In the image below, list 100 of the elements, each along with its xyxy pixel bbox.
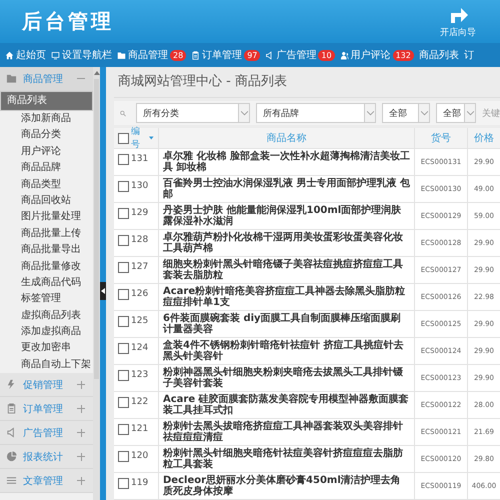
clipboard-icon xyxy=(191,50,200,60)
checkbox[interactable] xyxy=(118,154,129,165)
chevron-down-icon xyxy=(420,110,428,116)
column-header: 商品名称 xyxy=(266,132,306,145)
table-cell: 126 xyxy=(131,289,148,299)
table-cell-text: 卓尔雅葫芦粉扑化妆棉干湿两用美妆蛋彩妆蛋美容化妆工具葫芦棉 xyxy=(163,232,404,254)
sidebar-item[interactable]: 商品批量导出 xyxy=(0,242,93,259)
checkbox[interactable] xyxy=(118,262,129,273)
dropdown-select[interactable]: 所有品牌 xyxy=(256,103,376,123)
sidebar-item[interactable]: 图片批量处理 xyxy=(0,209,93,226)
caret-down-icon xyxy=(149,136,154,140)
dropdown-select[interactable]: 全部 xyxy=(382,103,430,123)
table-cell: 119 xyxy=(131,478,148,488)
table-cell: 127 xyxy=(131,262,148,272)
checkbox[interactable] xyxy=(118,451,129,462)
bolt-icon xyxy=(6,379,17,390)
expand-toggle-icon xyxy=(77,404,85,413)
lines-icon xyxy=(6,475,17,486)
table-cell: 121 xyxy=(131,424,148,434)
table-cell: 128 xyxy=(131,235,148,245)
chevron-down-icon xyxy=(366,110,374,116)
dropdown-select[interactable]: 所有分类 xyxy=(136,103,250,123)
sidebar-item[interactable]: 商品批量修改 xyxy=(0,258,93,275)
folder-icon xyxy=(6,73,17,84)
checkbox[interactable] xyxy=(118,316,129,327)
scrollbar-track[interactable] xyxy=(93,67,100,500)
app-title: 后台管理 xyxy=(22,8,114,35)
speaker-icon xyxy=(6,427,17,438)
expand-toggle-icon xyxy=(77,452,85,461)
sidebar-item[interactable]: 添加新商品 xyxy=(0,111,93,128)
sidebar-item[interactable]: 商品类型 xyxy=(0,176,93,193)
sidebar-item[interactable]: 虚拟商品列表 xyxy=(0,308,93,324)
nav-link[interactable]: 设置导航栏 xyxy=(51,48,112,62)
expand-toggle-icon xyxy=(77,428,85,437)
keyword-label: 关键 xyxy=(482,108,500,120)
users-icon xyxy=(340,50,349,60)
speaker-icon xyxy=(265,50,274,60)
table-cell-text: 粉刺针去黑头拔暗疮挤痘痘工具神器套装双头美容排针祛痘痘痘清痘 xyxy=(163,420,404,444)
checkbox[interactable] xyxy=(118,397,129,408)
checkbox[interactable] xyxy=(118,132,129,144)
checkbox[interactable] xyxy=(118,343,129,354)
collapse-handle[interactable] xyxy=(100,282,106,300)
table-cell: 百雀羚男士控油水润保湿乳液 男士专用面部护理乳液 包邮 xyxy=(163,178,410,200)
dropdown-select[interactable]: 全部 xyxy=(436,103,476,123)
nav-link[interactable]: 订 xyxy=(464,48,474,62)
checkbox[interactable] xyxy=(118,289,129,300)
expand-toggle-icon xyxy=(77,380,85,389)
chevron-down-icon xyxy=(240,110,248,116)
table-cell: 123 xyxy=(131,370,148,380)
pie-icon xyxy=(6,451,17,462)
sidebar-item[interactable]: 商品列表 xyxy=(0,91,93,111)
nav-link[interactable]: 起始页 xyxy=(5,48,46,62)
table-cell: 120 xyxy=(131,451,148,461)
checkbox[interactable] xyxy=(118,208,129,219)
table-cell: 125 xyxy=(131,316,148,326)
nav-link[interactable]: 广告管理 10 xyxy=(265,48,335,62)
count-badge: 10 xyxy=(318,50,335,60)
sidebar-item[interactable]: 商品批量上传 xyxy=(0,226,93,242)
checkbox[interactable] xyxy=(118,370,129,381)
checkbox[interactable] xyxy=(118,424,129,435)
monitor-icon xyxy=(51,50,60,60)
nav-link[interactable]: 商品管理 28 xyxy=(117,48,186,62)
clipboard-icon xyxy=(6,403,17,414)
table-cell-text: 6件装面膜碗套装 diy面膜工具自制面膜棒压缩面膜刷计量器美容 xyxy=(163,312,402,336)
column-header: 价格 xyxy=(474,132,494,145)
table-cell: Acare 硅胶面膜套防蒸发美容院专用模型神器敷面膜套装工具挂耳式扣 xyxy=(163,394,410,416)
sidebar-item[interactable]: 商品分类 xyxy=(0,127,93,144)
table-cell-text: 盒装4件不锈钢粉刺针暗疮针祛痘针 挤痘工具挑痘针去黑头针美容针 xyxy=(163,340,404,362)
sidebar-item[interactable]: 生成商品代码 xyxy=(0,274,93,292)
checkbox[interactable] xyxy=(118,181,129,192)
sidebar-item[interactable]: 商品回收站 xyxy=(0,192,93,210)
table-cell-text: 粉刺神器黑头针细胞夹粉刺夹暗疮去拔黑头工具排针镊子美容针套装 xyxy=(163,366,404,390)
table-cell: 122 xyxy=(131,397,148,407)
table-cell: 130 xyxy=(131,181,148,191)
chevron-down-icon xyxy=(466,110,474,116)
nav-link[interactable]: 商品列表 xyxy=(418,48,459,62)
scroll-up-icon[interactable] xyxy=(94,71,100,75)
sidebar-item[interactable]: 商品自动上下架 xyxy=(0,356,93,374)
expand-toggle-icon xyxy=(77,476,85,485)
table-cell-text: Acare粉刺针暗疮美容挤痘痘工具神器去除黑头脂肪粒痘痘排针单1支 xyxy=(163,286,406,308)
sidebar-item[interactable]: 标签管理 xyxy=(0,291,93,308)
table-cell-text: 丹姿男士护肤 他能量能润保湿乳100ml面部护理润肤露保湿补水滋润 xyxy=(163,204,402,228)
column-header: 货号 xyxy=(431,132,451,145)
checkbox[interactable] xyxy=(118,235,129,246)
checkbox[interactable] xyxy=(118,478,129,489)
scrollbar-thumb[interactable] xyxy=(94,79,99,379)
sidebar-item[interactable]: 商品品牌 xyxy=(0,160,93,177)
table-cell: 131 xyxy=(131,154,148,164)
table-cell-text: Decleor思妍丽水分美体磨砂膏450ml清洁护理去角质死皮身体按摩 xyxy=(163,474,402,498)
table-cell-text: 粉刺针黑头针细胞夹暗疮针祛痘美容针挤痘痘痘去脂肪粒工具套装 xyxy=(163,448,404,470)
nav-link[interactable]: 订单管理 97 xyxy=(191,48,260,62)
page-title: 商城网站管理中心 - 商品列表 xyxy=(114,67,500,98)
table-cell: 卓尔雅 化妆棉 脸部盒装一次性补水超薄掏棉清洁美妆工具 卸妆棉 xyxy=(163,150,410,174)
home-icon xyxy=(5,50,14,60)
nav-link[interactable]: 用户评论 132 xyxy=(340,48,414,62)
sidebar-item[interactable]: 更改加密串 xyxy=(0,340,93,357)
sidebar-item[interactable]: 用户评论 xyxy=(0,144,93,160)
sidebar-item[interactable]: 添加虚拟商品 xyxy=(0,324,93,340)
table-cell: 124 xyxy=(131,343,148,353)
count-badge: 97 xyxy=(244,50,260,60)
